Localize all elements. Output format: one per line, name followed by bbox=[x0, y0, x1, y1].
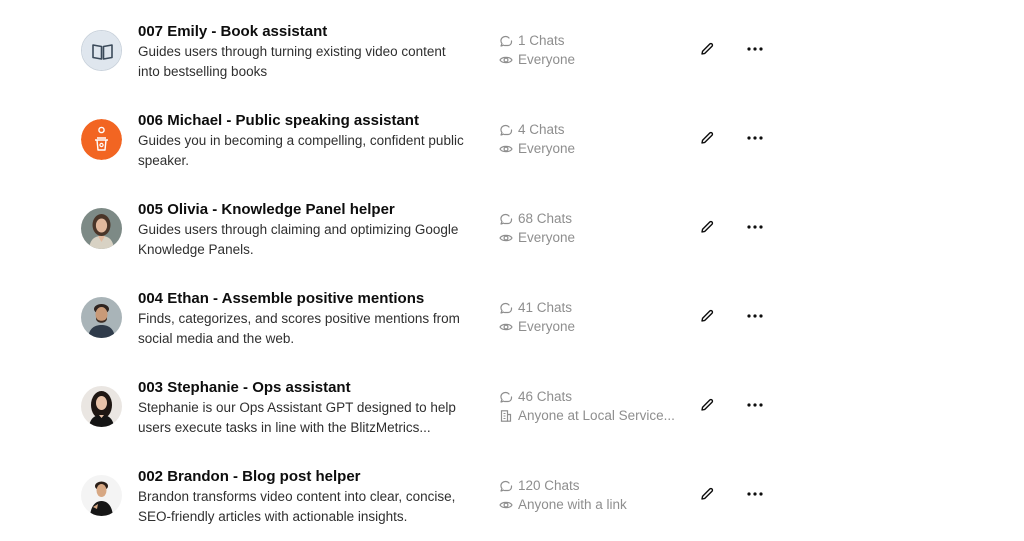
eye-icon bbox=[499, 498, 513, 512]
podium-icon bbox=[81, 119, 122, 160]
ellipsis-icon bbox=[747, 314, 763, 318]
edit-button[interactable] bbox=[699, 130, 715, 146]
gpt-description: Finds, categorizes, and scores positive … bbox=[138, 311, 460, 346]
gpt-row[interactable]: 002 Brandon - Blog post helper Brandon t… bbox=[0, 445, 1024, 534]
visibility: Anyone at Local Service... bbox=[499, 407, 675, 425]
gpt-row[interactable]: 004 Ethan - Assemble positive mentions F… bbox=[0, 267, 1024, 356]
edit-button[interactable] bbox=[699, 41, 715, 57]
more-options-button[interactable] bbox=[746, 397, 764, 413]
chat-count: 120 Chats bbox=[499, 477, 580, 495]
edit-button[interactable] bbox=[699, 219, 715, 235]
book-icon bbox=[82, 31, 121, 70]
chat-count: 68 Chats bbox=[499, 210, 572, 228]
man-portrait-icon bbox=[81, 475, 122, 516]
gpt-description: Guides users through turning existing vi… bbox=[138, 44, 446, 79]
pencil-icon bbox=[701, 42, 714, 55]
avatar bbox=[81, 208, 122, 249]
visibility: Everyone bbox=[499, 229, 575, 247]
more-options-button[interactable] bbox=[746, 308, 764, 324]
gpt-description: Stephanie is our Ops Assistant GPT desig… bbox=[138, 400, 456, 435]
chat-count-label: 68 Chats bbox=[518, 211, 573, 226]
podium-avatar bbox=[81, 119, 122, 160]
eye-icon bbox=[499, 142, 513, 156]
chat-count: 46 Chats bbox=[499, 388, 572, 406]
gpt-description: Brandon transforms video content into cl… bbox=[138, 489, 456, 524]
ellipsis-icon bbox=[747, 403, 763, 407]
visibility-label: Anyone at Local Service... bbox=[518, 408, 675, 423]
gpt-title[interactable]: 004 Ethan - Assemble positive mentions bbox=[138, 289, 424, 309]
more-options-button[interactable] bbox=[746, 486, 764, 502]
chat-count-label: 120 Chats bbox=[518, 478, 580, 493]
chat-icon bbox=[499, 123, 513, 137]
visibility-label: Everyone bbox=[518, 52, 576, 67]
gpt-title[interactable]: 006 Michael - Public speaking assistant bbox=[138, 111, 419, 131]
eye-icon bbox=[499, 320, 513, 334]
chat-count: 4 Chats bbox=[499, 121, 565, 139]
more-options-button[interactable] bbox=[746, 41, 764, 57]
ellipsis-icon bbox=[747, 492, 763, 496]
pencil-icon bbox=[701, 309, 714, 322]
avatar bbox=[81, 475, 122, 516]
chat-count: 41 Chats bbox=[499, 299, 572, 317]
visibility-label: Everyone bbox=[518, 319, 576, 334]
chat-count-label: 46 Chats bbox=[518, 389, 573, 404]
ellipsis-icon bbox=[747, 136, 763, 140]
chat-count: 1 Chats bbox=[499, 32, 565, 50]
gpt-list: 007 Emily - Book assistant Guides users … bbox=[0, 0, 1024, 541]
more-options-button[interactable] bbox=[746, 130, 764, 146]
chat-icon bbox=[499, 301, 513, 315]
visibility-label: Everyone bbox=[518, 141, 576, 156]
pencil-icon bbox=[701, 220, 714, 233]
chat-count-label: 1 Chats bbox=[518, 33, 565, 48]
gpt-row[interactable]: 007 Emily - Book assistant Guides users … bbox=[0, 0, 1024, 89]
eye-icon bbox=[499, 231, 513, 245]
building-icon bbox=[499, 409, 513, 423]
edit-button[interactable] bbox=[699, 486, 715, 502]
gpt-row[interactable]: 006 Michael - Public speaking assistant … bbox=[0, 89, 1024, 178]
gpt-title[interactable]: 005 Olivia - Knowledge Panel helper bbox=[138, 200, 395, 220]
woman-portrait-icon bbox=[81, 208, 122, 249]
gpt-title[interactable]: 002 Brandon - Blog post helper bbox=[138, 467, 361, 487]
more-options-button[interactable] bbox=[746, 219, 764, 235]
man-portrait-icon bbox=[81, 297, 122, 338]
edit-button[interactable] bbox=[699, 397, 715, 413]
ellipsis-icon bbox=[747, 225, 763, 229]
avatar bbox=[81, 386, 122, 427]
gpt-description: Guides you in becoming a compelling, con… bbox=[138, 133, 464, 168]
book-avatar bbox=[81, 30, 122, 71]
gpt-title[interactable]: 003 Stephanie - Ops assistant bbox=[138, 378, 351, 398]
chat-icon bbox=[499, 34, 513, 48]
visibility-label: Everyone bbox=[518, 230, 576, 245]
gpt-row[interactable]: 003 Stephanie - Ops assistant Stephanie … bbox=[0, 356, 1024, 445]
avatar bbox=[81, 297, 122, 338]
woman-portrait-icon bbox=[81, 386, 122, 427]
chat-icon bbox=[499, 390, 513, 404]
eye-icon bbox=[499, 53, 513, 67]
visibility: Everyone bbox=[499, 318, 575, 336]
edit-button[interactable] bbox=[699, 308, 715, 324]
chat-icon bbox=[499, 212, 513, 226]
gpt-row[interactable]: 005 Olivia - Knowledge Panel helper Guid… bbox=[0, 178, 1024, 267]
gpt-description: Guides users through claiming and optimi… bbox=[138, 222, 459, 257]
visibility-label: Anyone with a link bbox=[518, 497, 627, 512]
ellipsis-icon bbox=[747, 47, 763, 51]
visibility: Anyone with a link bbox=[499, 496, 627, 514]
pencil-icon bbox=[701, 487, 714, 500]
pencil-icon bbox=[701, 131, 714, 144]
chat-count-label: 41 Chats bbox=[518, 300, 573, 315]
chat-icon bbox=[499, 479, 513, 493]
visibility: Everyone bbox=[499, 51, 575, 69]
pencil-icon bbox=[701, 398, 714, 411]
visibility: Everyone bbox=[499, 140, 575, 158]
chat-count-label: 4 Chats bbox=[518, 122, 565, 137]
gpt-title[interactable]: 007 Emily - Book assistant bbox=[138, 22, 327, 42]
